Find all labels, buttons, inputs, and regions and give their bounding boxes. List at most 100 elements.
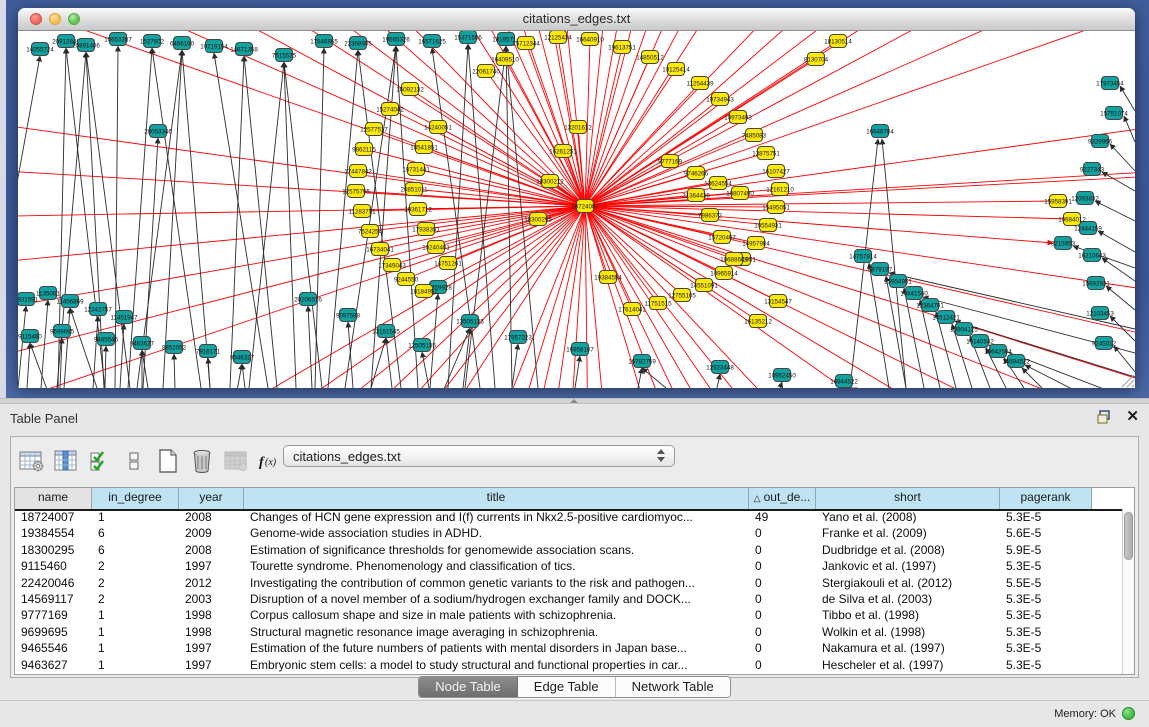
cell-in-degree[interactable]: 2 <box>92 591 179 607</box>
column-header-title[interactable]: title <box>244 488 749 509</box>
graph-node[interactable]: 14240051 <box>424 121 452 134</box>
graph-node[interactable]: 9329966 <box>1088 135 1113 148</box>
graph-node[interactable]: 19384554 <box>594 271 622 284</box>
cell-in-degree[interactable]: 6 <box>92 542 179 558</box>
column-header-out-de-[interactable]: △out_de... <box>749 488 816 509</box>
cell-pagerank[interactable]: 5.5E-5 <box>1000 575 1092 591</box>
cell-year[interactable]: 1997 <box>179 558 244 574</box>
graph-node[interactable]: 12093832 <box>1071 192 1099 205</box>
graph-node[interactable]: 6466160 <box>170 37 195 50</box>
graph-node[interactable]: 22368905 <box>344 37 372 50</box>
cell-name[interactable]: 18724007 <box>15 509 92 525</box>
graph-node[interactable]: 13624554 <box>704 177 732 190</box>
tab-network-table[interactable]: Network Table <box>616 677 730 697</box>
resize-grip-icon[interactable] <box>1122 375 1134 387</box>
table-row[interactable]: 1938455462009Genome-wide association stu… <box>15 525 1122 541</box>
graph-node[interactable]: 16571625 <box>418 35 446 48</box>
column-header-year[interactable]: year <box>179 488 244 509</box>
cell-short[interactable]: Stergiakouli et al. (2012) <box>816 575 1000 591</box>
cell-year[interactable]: 2009 <box>179 525 244 541</box>
graph-node[interactable]: 10653287 <box>104 33 132 46</box>
graph-node[interactable]: 18541851 <box>410 141 438 154</box>
cell-year[interactable]: 2012 <box>179 575 244 591</box>
table-row[interactable]: 2242004622012Investigating the contribut… <box>15 575 1122 591</box>
graph-node[interactable]: 7515525 <box>272 49 297 62</box>
graph-node[interactable]: 7916171 <box>196 345 221 358</box>
column-header-pagerank[interactable]: pagerank <box>1000 488 1092 509</box>
graph-node[interactable]: 19565326 <box>382 33 410 46</box>
table-row[interactable]: 1830029562008Estimation of significance … <box>15 542 1122 558</box>
graph-node[interactable]: 9862115 <box>352 143 376 156</box>
cell-short[interactable]: Wolkin et al. (1998) <box>816 624 1000 640</box>
memory-status-icon[interactable] <box>1122 707 1135 720</box>
graph-node[interactable]: 14850512 <box>636 51 664 64</box>
cell-short[interactable]: Hescheler et al. (1997) <box>816 657 1000 673</box>
cell-short[interactable]: Yano et al. (2008) <box>816 509 1000 525</box>
column-header-in-degree[interactable]: in_degree <box>92 488 179 509</box>
function-icon[interactable]: f(x) <box>255 446 285 476</box>
cell-pagerank[interactable]: 5.3E-5 <box>1000 640 1092 656</box>
cell-in-degree[interactable]: 1 <box>92 509 179 525</box>
cell-in-degree[interactable]: 1 <box>92 640 179 656</box>
graph-node[interactable]: 1527602 <box>140 35 165 48</box>
new-table-icon[interactable] <box>153 446 183 476</box>
cell-year[interactable]: 1997 <box>179 640 244 656</box>
cell-in-degree[interactable]: 1 <box>92 657 179 673</box>
graph-node[interactable]: 8852052 <box>162 341 187 354</box>
network-window-titlebar[interactable]: citations_edges.txt <box>18 8 1135 31</box>
graph-node[interactable]: 12342757 <box>84 303 112 316</box>
cell-pagerank[interactable]: 5.3E-5 <box>1000 624 1092 640</box>
cell-pagerank[interactable]: 5.6E-5 <box>1000 525 1092 541</box>
graph-node[interactable]: 7485083 <box>742 129 767 142</box>
graph-node[interactable]: 9746266 <box>684 167 709 180</box>
network-canvas[interactable]: 1405572420912846208914061065328715276026… <box>18 31 1135 388</box>
cell-name[interactable]: 22420046 <box>15 575 92 591</box>
graph-node[interactable]: 12923448 <box>706 361 734 374</box>
graph-node[interactable]: 14671358 <box>230 43 258 56</box>
graph-node[interactable]: 17349043 <box>378 259 406 272</box>
graph-node[interactable]: 15751074 <box>1100 107 1128 120</box>
graph-node[interactable]: 9546327 <box>230 351 255 364</box>
column-icon[interactable] <box>51 446 81 476</box>
graph-node[interactable]: 15371556 <box>454 31 482 44</box>
table-row[interactable]: 946554611997Estimation of the future num… <box>15 640 1122 656</box>
graph-node[interactable]: 13505135 <box>456 315 484 328</box>
cell-title[interactable]: Disruption of a novel member of a sodium… <box>244 591 749 607</box>
cell-year[interactable]: 1998 <box>179 624 244 640</box>
graph-node[interactable]: 12575795 <box>342 185 370 198</box>
graph-node[interactable]: 13151545 <box>372 325 400 338</box>
cell-title[interactable]: Genome-wide association studies in ADHD. <box>244 525 749 541</box>
graph-node[interactable]: 15954951 <box>884 275 912 288</box>
graph-node[interactable]: 28053346 <box>144 125 172 138</box>
close-panel-icon[interactable]: ✕ <box>1126 409 1139 425</box>
select-rows-icon[interactable] <box>85 446 115 476</box>
graph-node[interactable]: 12103453 <box>1086 307 1114 320</box>
cell-title[interactable]: Corpus callosum shape and size in male p… <box>244 607 749 623</box>
rows-icon[interactable] <box>119 446 149 476</box>
graph-node[interactable]: 16107427 <box>762 165 790 178</box>
table-row[interactable]: 911546021997Tourette syndrome. Phenomeno… <box>15 558 1122 574</box>
cell-pagerank[interactable]: 5.3E-5 <box>1000 591 1092 607</box>
cell-name[interactable]: 14569117 <box>15 591 92 607</box>
float-panel-icon[interactable] <box>1096 409 1112 425</box>
cell-short[interactable]: de Silva et al. (2003) <box>816 591 1000 607</box>
cell-pagerank[interactable]: 5.3E-5 <box>1000 509 1092 525</box>
graph-node[interactable]: 16648784 <box>866 125 894 138</box>
cell-year[interactable]: 1998 <box>179 607 244 623</box>
cell-out-de-[interactable]: 0 <box>749 525 816 541</box>
cell-year[interactable]: 2008 <box>179 542 244 558</box>
cell-name[interactable]: 9699695 <box>15 624 92 640</box>
cell-short[interactable]: Nakamura et al. (1997) <box>816 640 1000 656</box>
graph-node[interactable]: 10554931 <box>754 219 782 232</box>
cell-name[interactable]: 18300295 <box>15 542 92 558</box>
graph-node[interactable]: 16640910 <box>576 33 604 46</box>
graph-node[interactable]: 16210643 <box>1078 249 1106 262</box>
graph-node[interactable]: 19361712 <box>404 203 432 216</box>
graph-node[interactable]: 10719154 <box>200 40 228 53</box>
graph-node[interactable]: 9227343 <box>1080 163 1105 176</box>
cell-in-degree[interactable]: 1 <box>92 624 179 640</box>
cell-title[interactable]: Tourette syndrome. Phenomenology and cla… <box>244 558 749 574</box>
cell-title[interactable]: Changes of HCN gene expression and I(f) … <box>244 509 749 525</box>
graph-node[interactable]: 10125414 <box>662 63 690 76</box>
graph-node[interactable]: 14551091 <box>690 279 718 292</box>
